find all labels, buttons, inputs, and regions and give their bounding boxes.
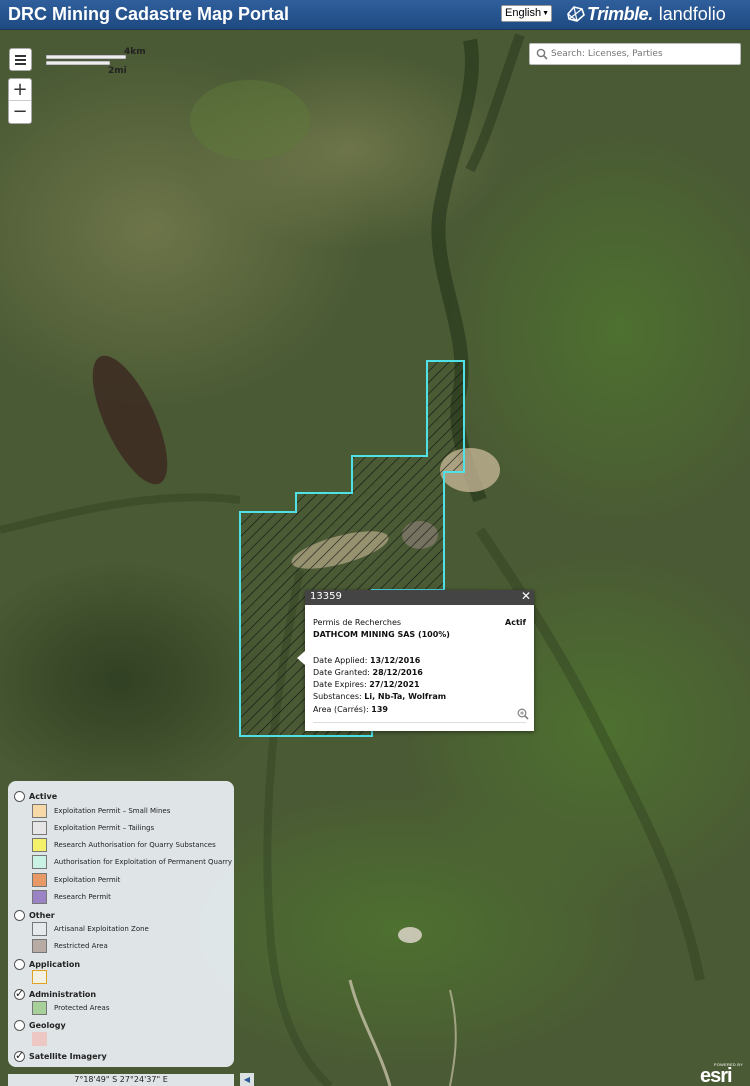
language-value: English bbox=[505, 7, 542, 19]
zoom-to-icon[interactable] bbox=[517, 708, 529, 720]
legend-group-administration[interactable]: Administration bbox=[14, 987, 96, 1001]
legend-item: Exploitation Permit – Small Mines bbox=[32, 804, 170, 818]
search-icon bbox=[536, 48, 548, 60]
legend-panel: Active Exploitation Permit – Small Mines… bbox=[8, 781, 234, 1067]
checkbox[interactable] bbox=[14, 1019, 25, 1031]
search-box[interactable] bbox=[529, 43, 741, 65]
legend-item: Research Permit bbox=[32, 890, 111, 904]
popup-header: 13359 ✕ bbox=[305, 589, 534, 605]
checkbox[interactable] bbox=[14, 790, 25, 802]
zoom-control: + − bbox=[8, 78, 32, 124]
scale-mi-label: 2mi bbox=[108, 66, 127, 76]
license-popup: 13359 ✕ Actif Permis de Recherches DATHC… bbox=[297, 589, 534, 731]
legend-swatch bbox=[32, 873, 47, 887]
popup-title: 13359 bbox=[310, 591, 342, 602]
legend-swatch bbox=[32, 838, 47, 852]
legend-group-active[interactable]: Active bbox=[14, 789, 57, 803]
field-date-granted: Date Granted: 28/12/2016 bbox=[313, 667, 423, 677]
legend-swatch bbox=[32, 1032, 47, 1046]
menu-button[interactable] bbox=[9, 48, 32, 71]
legend-item: Research Authorisation for Quarry Substa… bbox=[32, 838, 216, 852]
legend-group-application[interactable]: Application bbox=[14, 957, 80, 971]
legend-swatch bbox=[32, 804, 47, 818]
legend-item bbox=[32, 970, 54, 984]
checkbox[interactable] bbox=[14, 909, 25, 921]
field-substances: Substances: Li, Nb-Ta, Wolfram bbox=[313, 692, 447, 702]
field-date-applied: Date Applied: 13/12/2016 bbox=[313, 655, 421, 665]
legend-item: Artisanal Exploitation Zone bbox=[32, 922, 149, 936]
legend-swatch bbox=[32, 855, 47, 869]
hamburger-icon bbox=[15, 54, 26, 65]
legend-item: Restricted Area bbox=[32, 939, 108, 953]
legend-swatch bbox=[32, 1001, 47, 1015]
language-select[interactable]: English▼ bbox=[501, 5, 552, 22]
legend-swatch bbox=[32, 922, 47, 936]
trimble-logo: Trimble. landfolio bbox=[565, 2, 726, 26]
app-title: DRC Mining Cadastre Map Portal bbox=[8, 4, 290, 24]
legend-swatch bbox=[32, 970, 47, 984]
legend-swatch bbox=[32, 821, 47, 835]
popup-pointer bbox=[297, 651, 305, 665]
license-holder: DATHCOM MINING SAS (100%) bbox=[313, 630, 450, 640]
checkbox[interactable] bbox=[14, 958, 25, 970]
legend-swatch bbox=[32, 890, 47, 904]
checkbox[interactable] bbox=[14, 1049, 25, 1062]
scale-bar: 4km 2mi bbox=[45, 47, 156, 76]
close-icon[interactable]: ✕ bbox=[521, 589, 531, 603]
field-date-expires: Date Expires: 27/12/2021 bbox=[313, 680, 420, 690]
legend-item: Authorisation for Exploitation of Perman… bbox=[32, 855, 232, 869]
popup-body: Actif Permis de Recherches DATHCOM MININ… bbox=[305, 605, 534, 716]
map-view[interactable]: + − 4km 2mi 13359 ✕ Actif Permis de Rech… bbox=[0, 30, 750, 1086]
legend-group-satellite-imagery[interactable]: Satellite Imagery bbox=[14, 1049, 107, 1063]
legend-swatch bbox=[32, 939, 47, 953]
zoom-in-button[interactable]: + bbox=[9, 79, 31, 101]
chevron-down-icon: ▼ bbox=[542, 10, 550, 17]
legend-item: Exploitation Permit bbox=[32, 873, 120, 887]
checkbox[interactable] bbox=[14, 987, 25, 1000]
field-area: Area (Carrés): 139 bbox=[313, 704, 388, 714]
legend-item: Exploitation Permit – Tailings bbox=[32, 821, 154, 835]
scale-km-label: 4km bbox=[124, 47, 146, 57]
zoom-out-button[interactable]: − bbox=[9, 101, 31, 123]
trimble-globe-icon bbox=[567, 6, 585, 22]
esri-logo: POWERED BY esri bbox=[700, 1062, 743, 1086]
license-type: Permis de Recherches bbox=[313, 618, 402, 627]
legend-group-geology[interactable]: Geology bbox=[14, 1018, 66, 1032]
legend-item bbox=[32, 1032, 54, 1046]
brand-name: Trimble. bbox=[587, 3, 653, 24]
legend-group-other[interactable]: Other bbox=[14, 908, 55, 922]
coordinate-readout: 7°18'49" S 27°24'37" E bbox=[8, 1074, 234, 1086]
app-header: DRC Mining Cadastre Map Portal English▼ … bbox=[0, 0, 750, 30]
brand-product: landfolio bbox=[658, 3, 726, 24]
license-status: Actif bbox=[505, 618, 526, 627]
search-input[interactable] bbox=[551, 46, 736, 62]
legend-item: Protected Areas bbox=[32, 1001, 109, 1015]
collapse-legend-button[interactable]: ◀ bbox=[240, 1073, 254, 1086]
